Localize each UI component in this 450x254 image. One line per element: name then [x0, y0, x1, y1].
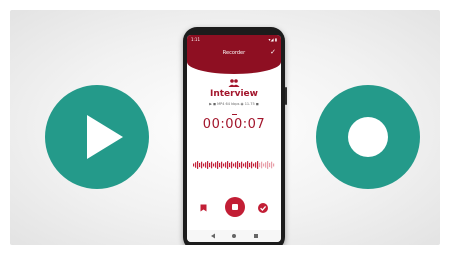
recording-title: Interview	[210, 89, 258, 99]
waveform-bar	[247, 161, 249, 169]
phone-side-button	[285, 87, 287, 105]
record-icon	[348, 117, 388, 157]
status-bar: 1:11 ▾◢ ▮	[187, 35, 281, 44]
waveform-bar	[201, 161, 203, 169]
waveform-bar	[213, 163, 215, 167]
save-check-icon[interactable]: ✓	[270, 48, 276, 56]
waveform-bar	[203, 163, 205, 167]
waveform-bar	[257, 161, 259, 169]
recording-controls	[187, 195, 281, 221]
waveform-bar	[253, 163, 255, 167]
waveform-bar	[217, 161, 219, 169]
waveform	[193, 161, 275, 169]
promo-panel: 1:11 ▾◢ ▮ Recorder ✓ Interview ▶ ◼ MP4 6…	[10, 10, 440, 245]
waveform-bar	[199, 162, 201, 168]
waveform-bar	[221, 161, 223, 169]
nav-recents-icon	[254, 234, 258, 238]
waveform-bar	[261, 161, 263, 169]
people-icon	[228, 79, 240, 87]
waveform-bar	[263, 163, 265, 167]
check-icon	[260, 205, 267, 211]
app-bar: Recorder ✓	[187, 44, 281, 62]
waveform-bar	[227, 161, 229, 169]
phone-mockup: 1:11 ▾◢ ▮ Recorder ✓ Interview ▶ ◼ MP4 6…	[183, 27, 287, 245]
header-curve	[187, 62, 281, 74]
waveform-bar	[273, 163, 275, 167]
waveform-bar	[197, 161, 199, 169]
phone-screen: 1:11 ▾◢ ▮ Recorder ✓ Interview ▶ ◼ MP4 6…	[187, 35, 281, 242]
waveform-bar	[229, 162, 231, 168]
done-button[interactable]	[258, 203, 268, 213]
play-button[interactable]	[45, 85, 149, 189]
waveform-bar	[255, 162, 257, 168]
waveform-bar	[267, 161, 269, 169]
status-time: 1:11	[191, 37, 200, 42]
recording-meta: ▶ ◼ MP4 64 kbps ◉ 11.75 ◼	[209, 102, 259, 106]
waveform-bar	[241, 161, 243, 169]
waveform-bar	[195, 162, 197, 168]
waveform-bar	[237, 161, 239, 169]
waveform-bar	[223, 163, 225, 167]
app-title: Recorder	[222, 50, 246, 56]
waveform-bar	[245, 162, 247, 168]
waveform-bar	[269, 162, 271, 168]
nav-bar	[187, 230, 281, 242]
waveform-bar	[233, 163, 235, 167]
waveform-bar	[235, 162, 237, 168]
record-button[interactable]	[316, 85, 420, 189]
waveform-bar	[251, 161, 253, 169]
waveform-bar	[225, 162, 227, 168]
waveform-bar	[193, 163, 195, 167]
waveform-bar	[271, 161, 273, 169]
waveform-bar	[249, 162, 251, 168]
stop-button[interactable]	[225, 197, 245, 217]
nav-home-icon	[232, 234, 236, 238]
recording-timer: 00:00:07	[202, 117, 266, 132]
waveform-bar	[219, 162, 221, 168]
bookmark-icon[interactable]	[200, 204, 207, 212]
nav-back-icon	[211, 233, 215, 239]
waveform-bar	[259, 162, 261, 168]
waveform-bar	[211, 161, 213, 169]
waveform-bar	[207, 161, 209, 169]
waveform-bar	[243, 163, 245, 167]
waveform-bar	[215, 162, 217, 168]
waveform-bar	[205, 162, 207, 168]
stop-icon	[232, 204, 238, 210]
title-divider	[232, 114, 237, 115]
play-icon	[87, 115, 123, 159]
status-signal: ▾◢ ▮	[268, 37, 277, 42]
waveform-bar	[239, 162, 241, 168]
waveform-bar	[231, 161, 233, 169]
waveform-bar	[265, 162, 267, 168]
waveform-bar	[209, 162, 211, 168]
